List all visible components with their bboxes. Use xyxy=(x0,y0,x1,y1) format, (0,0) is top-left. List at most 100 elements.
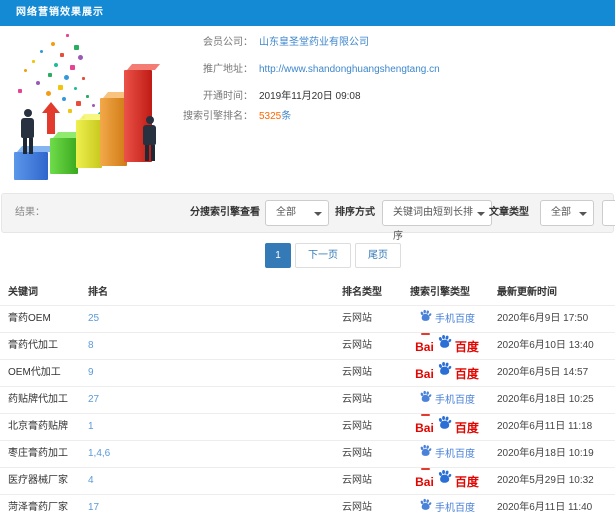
updated-time-cell: 2020年6月18日 10:19 xyxy=(497,448,594,459)
baidu-logo-cn-text: 百度 xyxy=(454,420,479,435)
keyword-cell: 膏药代加工 xyxy=(8,340,58,351)
bar-chart-bar-green xyxy=(50,138,78,174)
updated-time-cell: 2020年6月11日 11:40 xyxy=(497,502,593,513)
baidu-paw-icon xyxy=(419,307,432,335)
rank-link[interactable]: 17 xyxy=(88,495,99,520)
table-row: OEM代加工 9 云网站 手机百度 xyxy=(0,359,615,386)
baidu-paw-icon xyxy=(419,388,432,416)
confetti-dot xyxy=(24,69,27,72)
next-page-button[interactable]: 下一页 xyxy=(295,243,351,268)
engine-view-select[interactable]: 全部 xyxy=(265,200,329,226)
page-button-current[interactable]: 1 xyxy=(265,243,291,268)
mobile-baidu-label: 手机百度 xyxy=(435,394,475,406)
mobile-baidu-logo: 手机百度 xyxy=(419,495,475,520)
updated-time-cell: 2020年6月5日 14:57 xyxy=(497,367,589,378)
growth-chart-illustration xyxy=(4,30,184,190)
confetti-dot xyxy=(76,101,81,106)
submit-button[interactable]: 提交 xyxy=(602,200,615,226)
baidu-pc-logo: Bai du 百度 xyxy=(415,414,479,441)
seo-rank-label: 搜索引擎排名： xyxy=(183,111,253,122)
confetti-dot xyxy=(66,34,69,37)
confetti-dot xyxy=(48,73,52,77)
seo-rank-count-link[interactable]: 5325条 xyxy=(259,110,291,124)
engine-type-cell: 手机百度 Bai du 百度 xyxy=(398,441,496,470)
rank-type-cell: 云网站 xyxy=(342,313,372,324)
table-row: 菏泽膏药厂家 17 云网站 手机百度 2020年6月11日 11:40 xyxy=(0,494,615,520)
open-time-value: 2019年11月20日 09:08 xyxy=(259,91,361,102)
confetti-dot xyxy=(58,85,63,90)
keyword-cell: 枣庄膏药加工 xyxy=(8,448,68,459)
mobile-baidu-logo: 手机百度 xyxy=(419,441,475,470)
mobile-baidu-label: 手机百度 xyxy=(435,502,475,514)
col-header-updated: 最新更新时间 xyxy=(497,287,557,298)
engine-type-cell: 手机百度 Bai du 百度 xyxy=(398,495,496,520)
confetti-dot xyxy=(74,87,77,90)
open-time-label: 开通时间： xyxy=(203,91,253,102)
confetti-dot xyxy=(78,55,83,60)
rank-type-cell: 云网站 xyxy=(342,502,372,513)
sort-label: 排序方式 xyxy=(335,207,375,218)
confetti-dot xyxy=(86,95,89,98)
confetti-dot xyxy=(54,63,58,67)
bar-chart-bar-orange xyxy=(100,98,127,166)
rank-link[interactable]: 27 xyxy=(88,387,99,413)
keyword-cell: 膏药OEM xyxy=(8,313,51,324)
rank-type-cell: 云网站 xyxy=(342,475,372,486)
table-row: 枣庄膏药加工 1,4,6 云网站 手机百度 2020年6月18日 10:19 xyxy=(0,440,615,470)
rank-link[interactable]: 9 xyxy=(88,360,94,386)
baidu-logo-cn-text: 百度 xyxy=(454,366,479,381)
confetti-dot xyxy=(74,45,79,50)
rank-link[interactable]: 1 xyxy=(88,414,94,440)
chevron-down-icon xyxy=(477,212,485,216)
promo-url-link[interactable]: http://www.shandonghuangshengtang.cn xyxy=(259,63,440,77)
bar-chart-bar-blue xyxy=(14,152,48,180)
rank-link[interactable]: 25 xyxy=(88,306,99,332)
baidu-logo-bai-text: Bai xyxy=(415,474,434,489)
confetti-dot xyxy=(82,77,85,80)
engine-type-cell: 手机百度 Bai du 百度 xyxy=(398,306,496,335)
confetti-dot xyxy=(40,50,43,53)
member-company-label: 会员公司： xyxy=(203,37,253,48)
confetti-dot xyxy=(32,60,35,63)
rank-type-cell: 云网站 xyxy=(342,340,372,351)
article-type-select[interactable]: 全部 xyxy=(540,200,594,226)
rank-link[interactable]: 1,4,6 xyxy=(88,441,110,467)
col-header-rank: 排名 xyxy=(88,287,108,298)
rank-link[interactable]: 8 xyxy=(88,333,94,359)
article-type-label: 文章类型 xyxy=(489,207,529,218)
engine-view-label: 分搜索引擎查看 xyxy=(190,207,260,218)
table-header-row: 关键词 排名 排名类型 搜索引擎类型 最新更新时间 xyxy=(0,281,615,305)
baidu-pc-logo: Bai du 百度 xyxy=(415,360,479,387)
baidu-paw-icon: du xyxy=(437,334,452,360)
table-row: 药贴牌代加工 27 云网站 手机百度 2020年6月18日 10:25 xyxy=(0,386,615,416)
seo-rank-count: 5325 xyxy=(259,111,282,122)
sort-select[interactable]: 关键词由短到长排序 xyxy=(382,200,492,242)
marketing-report-page: 网络营销效果展示 会员公司： 山东皇圣堂药业有限公司 推广地址： http://… xyxy=(0,0,615,520)
baidu-pc-logo: Bai du 百度 xyxy=(415,468,479,495)
rank-link[interactable]: 4 xyxy=(88,468,94,494)
baidu-logo-cn-text: 百度 xyxy=(454,339,479,354)
confetti-dot xyxy=(51,42,55,46)
up-arrow-icon xyxy=(40,102,62,134)
table-row: 膏药OEM 25 云网站 手机百度 2020年6月9日 17:50 xyxy=(0,305,615,335)
engine-type-cell: 手机百度 Bai du 百度 xyxy=(398,468,496,497)
confetti-dot xyxy=(46,91,51,96)
updated-time-cell: 2020年6月10日 13:40 xyxy=(497,340,594,351)
engine-view-selected: 全部 xyxy=(276,207,296,218)
baidu-paw-icon xyxy=(419,496,432,520)
chevron-down-icon xyxy=(579,212,587,216)
keyword-cell: 菏泽膏药厂家 xyxy=(8,502,68,513)
col-header-engine-type: 搜索引擎类型 xyxy=(410,287,470,298)
pagination: 1 下一页 尾页 xyxy=(265,243,401,268)
baidu-paw-icon: du xyxy=(437,361,452,387)
last-page-button[interactable]: 尾页 xyxy=(355,243,401,268)
confetti-dot xyxy=(68,109,72,113)
engine-type-cell: 手机百度 Bai du 百度 xyxy=(398,414,496,443)
baidu-paw-icon: du xyxy=(437,415,452,441)
baidu-logo-bai-text: Bai xyxy=(415,339,434,354)
bar-chart-bar-yellow xyxy=(76,120,102,168)
member-company-link[interactable]: 山东皇圣堂药业有限公司 xyxy=(259,36,369,50)
result-filter-bar: 结果： 分搜索引擎查看 全部 排序方式 关键词由短到长排序 文章类型 全部 提交 xyxy=(1,193,615,242)
page-title: 网络营销效果展示 xyxy=(16,7,104,18)
table-row: 膏药代加工 8 云网站 手机百度 xyxy=(0,332,615,359)
